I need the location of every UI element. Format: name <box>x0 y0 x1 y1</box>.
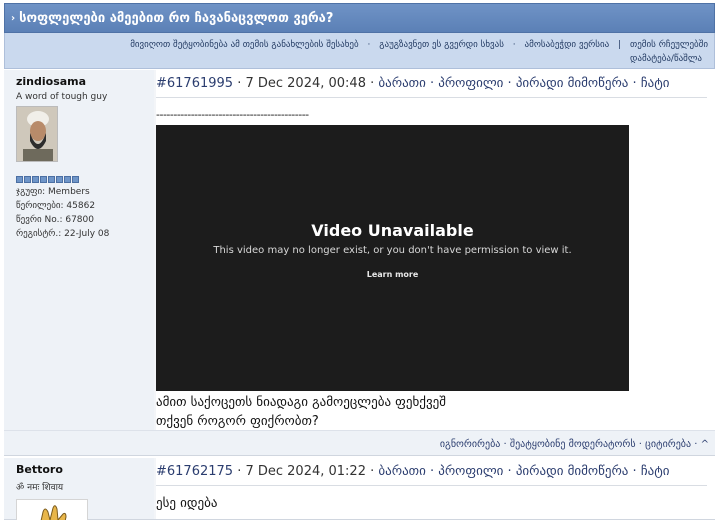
rank-star-icon <box>24 176 31 183</box>
user-group: ჯგუფი: Members <box>16 187 90 197</box>
user-member-number: წევრი No.: 67800 <box>16 215 94 225</box>
post-text-line: თქვენ როგორ ფიქრობთ? <box>156 414 319 429</box>
post-content: #61761995 · 7 Dec 2024, 00:48 · ბარათი ·… <box>156 70 715 455</box>
post-text-line: ამით საქოცეთს ნიადაგი გამოეცლება ფეხქვეშ <box>156 395 446 410</box>
share-link[interactable]: გაუგზავნეთ ეს გვერდი სხვას <box>379 40 504 50</box>
private-message-link[interactable]: პირადი მიმოწერა <box>516 464 629 479</box>
video-unavailable-title: Video Unavailable <box>311 221 474 240</box>
user-title: A word of tough guy <box>16 92 108 102</box>
user-title: ॐ नमः शिवाय <box>16 483 64 493</box>
user-registered: რეგისტრ.: 22-July 08 <box>16 229 110 239</box>
report-link[interactable]: შეატყობინე მოდერატორს <box>510 439 636 450</box>
topic-title: სოფლელები ამეებით რო ჩავანაცვლოთ ვერა? <box>19 10 334 26</box>
user-info-panel: zindiosama A word of tough guy ჯგუფი: Me… <box>4 70 154 455</box>
add-delete-link[interactable]: დამატება/წაშლა <box>630 54 702 64</box>
post-footer: იგნორირება · შეატყობინე მოდერატორს · ციტ… <box>439 439 709 450</box>
chat-link[interactable]: ჩატი <box>641 76 670 91</box>
video-embed[interactable]: Video Unavailable This video may no long… <box>156 125 629 391</box>
rank-star-icon <box>16 176 23 183</box>
user-post-count: წერილები: 45862 <box>16 201 96 211</box>
username[interactable]: zindiosama <box>16 75 142 88</box>
post-id-link[interactable]: #61762175 <box>156 464 233 479</box>
username[interactable]: Bettoro <box>16 463 142 476</box>
favorites-link[interactable]: თემის რჩეულებში <box>630 40 708 50</box>
chat-link[interactable]: ჩატი <box>641 464 670 479</box>
rank-star-icon <box>72 176 79 183</box>
learn-more-link[interactable]: Learn more <box>156 270 629 279</box>
post: Bettoro ॐ नमः शिवाय #61762175 · 7 Dec 20… <box>4 458 715 520</box>
card-link[interactable]: ბარათი <box>378 76 425 91</box>
post-content: #61762175 · 7 Dec 2024, 01:22 · ბარათი ·… <box>156 458 715 519</box>
card-link[interactable]: ბარათი <box>378 464 425 479</box>
post-meta: #61761995 · 7 Dec 2024, 00:48 · ბარათი ·… <box>156 76 707 98</box>
post-date: · 7 Dec 2024, 00:48 · <box>237 76 375 91</box>
separator-line: ----------------------------------------… <box>156 108 309 121</box>
post-meta: #61762175 · 7 Dec 2024, 01:22 · ბარათი ·… <box>156 464 707 486</box>
post-id-link[interactable]: #61761995 <box>156 76 233 91</box>
post: zindiosama A word of tough guy ჯგუფი: Me… <box>4 70 715 456</box>
user-info-panel: Bettoro ॐ नमः शिवाय <box>4 458 154 520</box>
post-date: · 7 Dec 2024, 01:22 · <box>237 464 375 479</box>
video-unavailable-text: This video may no longer exist, or you d… <box>213 245 572 256</box>
rank-star-icon <box>40 176 47 183</box>
back-to-top-icon[interactable]: ^ <box>701 439 709 450</box>
print-version-link[interactable]: ამოსაბეჭდი ვერსია <box>525 40 610 50</box>
topic-header: › სოფლელები ამეებით რო ჩავანაცვლოთ ვერა? <box>4 3 715 33</box>
avatar <box>16 106 58 162</box>
bullet-icon: › <box>11 12 16 24</box>
private-message-link[interactable]: პირადი მიმოწერა <box>516 76 629 91</box>
ignore-link[interactable]: იგნორირება <box>440 439 501 450</box>
topic-actions-bar: მივიღოთ შეტყობინება ამ თემის განახლების … <box>4 33 715 69</box>
subscribe-link[interactable]: მივიღოთ შეტყობინება ამ თემის განახლების … <box>130 40 358 50</box>
profile-link[interactable]: პროფილი <box>438 76 503 91</box>
rank-star-icon <box>32 176 39 183</box>
rank-star-icon <box>48 176 55 183</box>
quote-link[interactable]: ციტირება <box>645 439 691 450</box>
profile-link[interactable]: პროფილი <box>438 464 503 479</box>
avatar <box>16 499 88 520</box>
post-text-line: ესე იდება <box>156 496 218 511</box>
rank-star-icon <box>64 176 71 183</box>
rank-stars <box>16 176 142 183</box>
rank-star-icon <box>56 176 63 183</box>
